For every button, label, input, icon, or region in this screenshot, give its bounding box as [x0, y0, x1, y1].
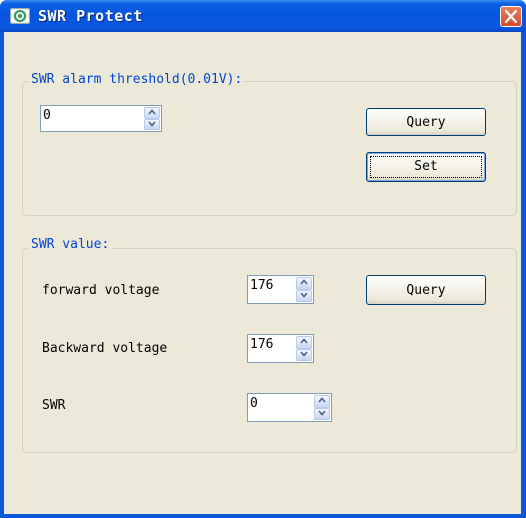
- chevron-down-icon: [318, 409, 326, 416]
- backward-voltage-label: Backward voltage: [42, 341, 168, 356]
- backward-spin-buttons: [296, 336, 312, 361]
- backward-spin-down[interactable]: [296, 348, 312, 361]
- backward-voltage-input[interactable]: [250, 337, 289, 352]
- dialog-client-area: SWR alarm threshold(0.01V): Query Set SW…: [4, 32, 521, 514]
- swr-spin-down[interactable]: [314, 407, 330, 420]
- threshold-spinbox[interactable]: [40, 105, 162, 132]
- forward-spin-buttons: [296, 277, 312, 302]
- forward-voltage-input[interactable]: [250, 278, 289, 293]
- forward-voltage-label: forward voltage: [42, 283, 160, 298]
- threshold-input[interactable]: [43, 108, 115, 123]
- chevron-down-icon: [300, 291, 308, 298]
- threshold-spin-up[interactable]: [144, 107, 160, 119]
- swr-query-button[interactable]: Query: [366, 275, 486, 305]
- threshold-spin-down[interactable]: [144, 118, 160, 130]
- set-button-label: Set: [414, 159, 438, 174]
- chevron-up-icon: [300, 279, 308, 285]
- dialog-window: SWR Protect SWR alarm threshold(0.01V): …: [0, 0, 526, 518]
- backward-spin-up[interactable]: [296, 336, 312, 349]
- threshold-spin-buttons: [144, 107, 160, 130]
- close-icon: [505, 10, 517, 23]
- swr-spin-buttons: [314, 395, 330, 420]
- threshold-set-button[interactable]: Set: [366, 152, 486, 182]
- forward-spin-up[interactable]: [296, 277, 312, 290]
- chevron-up-icon: [318, 397, 326, 403]
- title-bar[interactable]: SWR Protect: [0, 0, 526, 32]
- swr-input[interactable]: [250, 396, 300, 411]
- swr-spinbox[interactable]: [247, 393, 332, 422]
- app-icon: [10, 8, 30, 24]
- forward-spin-down[interactable]: [296, 289, 312, 302]
- chevron-down-icon: [148, 120, 156, 127]
- threshold-query-button[interactable]: Query: [366, 108, 486, 136]
- backward-voltage-spinbox[interactable]: [247, 334, 314, 363]
- swr-value-group-legend: SWR value:: [29, 237, 112, 252]
- swr-label: SWR: [42, 398, 66, 413]
- chevron-down-icon: [300, 350, 308, 357]
- close-button[interactable]: [500, 6, 522, 27]
- threshold-group-legend: SWR alarm threshold(0.01V):: [29, 72, 245, 87]
- window-title: SWR Protect: [38, 7, 143, 25]
- swr-spin-up[interactable]: [314, 395, 330, 408]
- chevron-up-icon: [148, 109, 156, 115]
- forward-voltage-spinbox[interactable]: [247, 275, 314, 304]
- threshold-group: [22, 81, 517, 216]
- chevron-up-icon: [300, 338, 308, 344]
